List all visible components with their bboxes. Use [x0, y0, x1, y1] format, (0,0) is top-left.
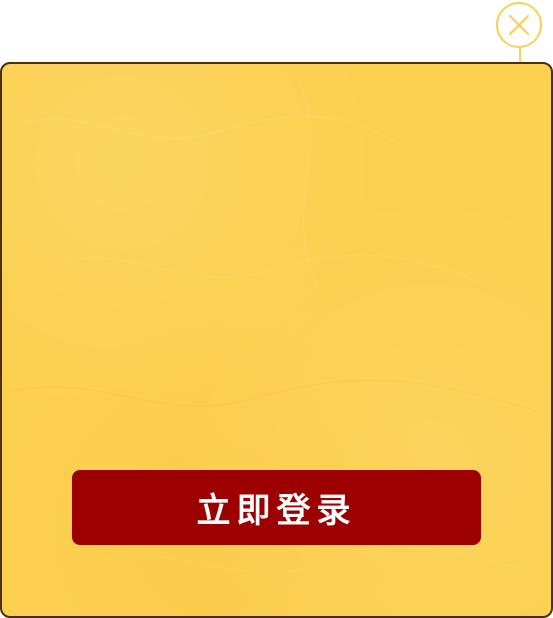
login-now-button[interactable]: 立即登录: [72, 470, 481, 545]
login-popup: 立即登录: [0, 0, 553, 618]
close-icon: [508, 14, 530, 36]
dialog-panel: 立即登录: [0, 62, 553, 618]
close-button[interactable]: [496, 2, 542, 48]
